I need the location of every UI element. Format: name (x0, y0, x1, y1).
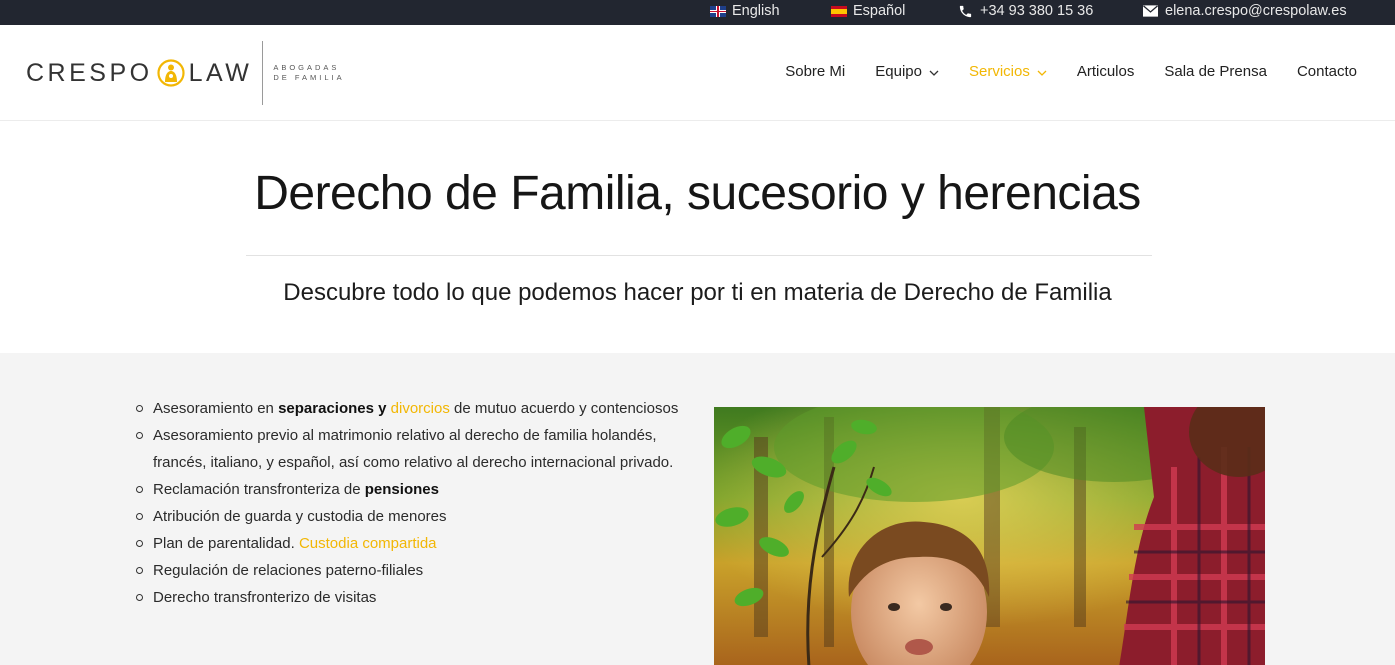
page-subtitle: Descubre todo lo que podemos hacer por t… (283, 279, 1112, 306)
email-link[interactable]: elena.crespo@crespolaw.es (1143, 3, 1347, 19)
envelope-icon (1143, 5, 1158, 17)
nav-item-label: Contacto (1296, 63, 1357, 80)
spain-flag-icon (831, 5, 847, 17)
page-title: Derecho de Familia, sucesorio y herencia… (254, 167, 1141, 220)
logo-word-right: LAW (188, 58, 253, 87)
nav-item-label: Sala de Prensa (1164, 63, 1267, 80)
logo-tagline-line2: DE FAMILIA (273, 73, 345, 82)
list-item: Regulación de relaciones paterno-filiale… (135, 557, 695, 584)
list-item-text: de mutuo acuerdo y contenciosos (449, 400, 679, 417)
child-planting-photo (714, 407, 1265, 665)
list-item-text: Asesoramiento en (153, 400, 279, 417)
logo-tagline: ABOGADAS DE FAMILIA (273, 63, 344, 83)
nav-item-label: Equipo (875, 63, 922, 80)
language-english-label: English (732, 3, 780, 19)
email-address: elena.crespo@crespolaw.es (1165, 3, 1347, 19)
top-bar: English Español +34 93 380 15 36 elena.c… (0, 0, 1395, 25)
chevron-down-icon (929, 63, 939, 80)
chevron-down-icon (1037, 63, 1047, 80)
nav-item-contacto[interactable]: Contacto (1297, 63, 1357, 80)
phone-icon (958, 4, 973, 19)
logo-wordmark: CRESPO LAW (26, 59, 252, 88)
list-item-bold: separaciones y (278, 400, 391, 417)
divorcios-link[interactable]: divorcios (391, 400, 450, 417)
nav-item-sobre-mi[interactable]: Sobre Mi (785, 63, 845, 80)
language-spanish-link[interactable]: Español (831, 3, 905, 19)
nav-item-servicios[interactable]: Servicios (969, 63, 1047, 80)
list-item: Derecho transfronterizo de visitas (135, 584, 695, 611)
family-logo-icon (156, 59, 185, 87)
list-item: Atribución de guarda y custodia de menor… (135, 503, 695, 530)
nav-item-articulos[interactable]: Articulos (1077, 63, 1135, 80)
phone-link[interactable]: +34 93 380 15 36 (958, 3, 1093, 19)
site-header: CRESPO LAW ABOGADAS DE FAMILIA Sobre Mi … (0, 25, 1395, 121)
list-item: Plan de parentalidad. Custodia compartid… (135, 530, 695, 557)
nav-item-equipo[interactable]: Equipo (875, 63, 939, 80)
list-item-text: Reclamación transfronteriza de (153, 481, 365, 498)
list-item: Reclamación transfronteriza de pensiones (135, 476, 695, 503)
list-item: Asesoramiento previo al matrimonio relat… (135, 422, 695, 476)
main-navigation: Sobre Mi Equipo Servicios Articulos Sala… (755, 63, 1357, 80)
nav-item-label: Sobre Mi (785, 63, 846, 80)
language-spanish-label: Español (853, 3, 906, 19)
list-item-text: Plan de parentalidad. (153, 535, 299, 552)
logo-divider (262, 41, 264, 105)
uk-flag-icon (710, 5, 726, 17)
nav-item-sala-de-prensa[interactable]: Sala de Prensa (1164, 63, 1267, 80)
title-divider (246, 255, 1152, 256)
list-item: Asesoramiento en separaciones y divorcio… (135, 395, 695, 422)
list-item-bold: pensiones (364, 481, 439, 498)
services-section: Asesoramiento en separaciones y divorcio… (0, 353, 1395, 665)
logo-tagline-line1: ABOGADAS (273, 63, 340, 72)
language-english-link[interactable]: English (710, 3, 780, 19)
nav-item-label: Servicios (968, 63, 1030, 80)
site-logo[interactable]: CRESPO LAW ABOGADAS DE FAMILIA (26, 40, 345, 106)
logo-word-left: CRESPO (26, 58, 153, 87)
nav-item-label: Articulos (1076, 63, 1135, 80)
phone-number: +34 93 380 15 36 (980, 3, 1094, 19)
services-list: Asesoramiento en separaciones y divorcio… (135, 395, 695, 611)
custodia-compartida-link[interactable]: Custodia compartida (299, 535, 437, 552)
